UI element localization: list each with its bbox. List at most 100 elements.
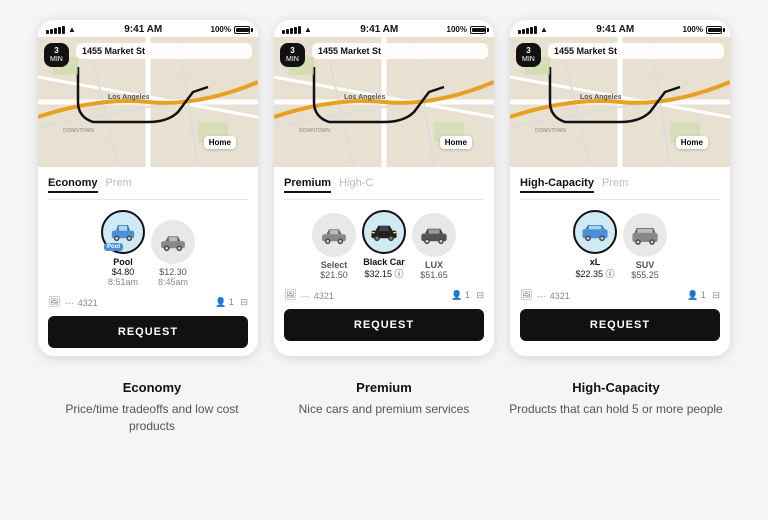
ride-option-xl[interactable]: xL $22.35 ⓘ	[573, 210, 617, 280]
svg-text:DOWNTOWN: DOWNTOWN	[63, 128, 94, 134]
signal-dot-4	[58, 27, 61, 34]
nav-unit: MIN	[286, 56, 299, 64]
map-area: Los Angeles DOWNTOWN 3 MIN 1455 Market S…	[510, 37, 730, 167]
other-tab[interactable]: Prem	[106, 177, 132, 193]
status-bar: ▲ 9:41 AM 100%	[274, 20, 494, 37]
nav-pill: 3 MIN	[44, 43, 69, 67]
signal-icons: ▲	[282, 25, 312, 34]
other-tab[interactable]: High-C	[339, 177, 373, 193]
signal-icons: ▲	[46, 25, 76, 34]
ride-option-blackcar[interactable]: Black Car $32.15 ⓘ	[362, 210, 406, 280]
option-name-suv: SUV	[636, 260, 655, 270]
ride-option-suv[interactable]: SUV $55.25	[623, 213, 667, 280]
passenger-info: 👤 1 ⊟	[451, 290, 484, 301]
right-status-icons: 100%	[211, 25, 250, 34]
svg-text:DOWNTOWN: DOWNTOWN	[299, 128, 330, 134]
desc-title-2: High-Capacity	[508, 380, 724, 395]
home-label: Home	[440, 136, 472, 149]
info-row: 🖼 ··· 4321 👤 1 ⊟	[48, 297, 248, 308]
card-icon: 🖼	[48, 297, 61, 308]
svg-text:DOWNTOWN: DOWNTOWN	[535, 128, 566, 134]
battery-percent: 100%	[211, 25, 231, 34]
nav-minutes: 3	[290, 46, 294, 56]
option-time-pool: 8:51am	[108, 277, 138, 287]
ride-option-lux[interactable]: LUX $51.65	[412, 213, 456, 280]
passenger-icon: 👤	[215, 297, 226, 307]
status-bar: ▲ 9:41 AM 100%	[38, 20, 258, 37]
passenger-count: 1	[229, 297, 234, 307]
passenger-count: 1	[465, 290, 470, 300]
active-tab[interactable]: High-Capacity	[520, 177, 594, 193]
option-name-select: Select	[321, 260, 348, 270]
battery-icon	[470, 26, 486, 34]
home-label: Home	[676, 136, 708, 149]
passenger-info: 👤 1 ⊟	[687, 290, 720, 301]
card-dots: ···	[537, 291, 546, 301]
card-last4: 4321	[314, 291, 334, 301]
phone-economy: ▲ 9:41 AM 100% Los Angeles DOWNTOWN 3 MI…	[38, 20, 258, 356]
desc-text-0: Price/time tradeoffs and low cost produc…	[44, 401, 260, 435]
pool-badge: Pool	[104, 243, 123, 251]
options-row: Select $21.50 Black Car $32.15 ⓘ	[284, 210, 484, 280]
status-bar: ▲ 9:41 AM 100%	[510, 20, 730, 37]
passenger-icon: 👤	[687, 290, 698, 300]
address-bar: 1455 Market St	[312, 43, 488, 59]
passenger-icon: 👤	[451, 290, 462, 300]
card-info: 🖼 ··· 4321	[284, 290, 334, 301]
address-bar: 1455 Market St	[76, 43, 252, 59]
category-tabs: Economy Prem	[48, 177, 248, 200]
other-tab[interactable]: Prem	[602, 177, 628, 193]
ride-option-uberx[interactable]: $12.30 8:45am	[151, 220, 195, 287]
card-info: 🖼 ··· 4321	[48, 297, 98, 308]
desc-text-1: Nice cars and premium services	[276, 401, 492, 418]
option-name-xl: xL	[590, 257, 601, 267]
signal-dot-1	[46, 30, 49, 34]
signal-dots	[282, 26, 301, 34]
category-tabs: High-Capacity Prem	[520, 177, 720, 200]
request-button[interactable]: REQUEST	[284, 309, 484, 341]
option-price-lux: $51.65	[420, 270, 448, 280]
card-info: 🖼 ··· 4321	[520, 290, 570, 301]
svg-text:Los Angeles: Los Angeles	[108, 94, 149, 101]
car-circle-uberx	[151, 220, 195, 264]
active-tab[interactable]: Economy	[48, 177, 98, 193]
option-price-pool: $4.80	[112, 267, 135, 277]
map-area: Los Angeles DOWNTOWN 3 MIN 1455 Market S…	[274, 37, 494, 167]
options-row: xL $22.35 ⓘ SUV $55.25	[520, 210, 720, 280]
passenger-count: 1	[701, 290, 706, 300]
map-area: Los Angeles DOWNTOWN 3 MIN 1455 Market S…	[38, 37, 258, 167]
desc-text-2: Products that can hold 5 or more people	[508, 401, 724, 418]
descriptions-row: Economy Price/time tradeoffs and low cos…	[44, 380, 724, 435]
options-icon: ⊟	[240, 297, 248, 307]
active-tab[interactable]: Premium	[284, 177, 331, 193]
signal-dot-4	[294, 27, 297, 34]
desc-title-1: Premium	[276, 380, 492, 395]
desc-title-0: Economy	[44, 380, 260, 395]
signal-dot-5	[62, 26, 65, 34]
option-price-uberx: $12.30	[159, 267, 187, 277]
signal-dot-5	[298, 26, 301, 34]
nav-minutes: 3	[526, 46, 530, 56]
option-name-lux: LUX	[425, 260, 443, 270]
ride-option-select[interactable]: Select $21.50	[312, 213, 356, 280]
option-name-pool: Pool	[113, 257, 133, 267]
request-button[interactable]: REQUEST	[48, 316, 248, 348]
wifi-icon: ▲	[68, 25, 76, 34]
signal-dot-2	[286, 29, 289, 34]
ride-option-pool[interactable]: Pool Pool $4.80 8:51am	[101, 210, 145, 287]
signal-dots	[46, 26, 65, 34]
ride-panel-highcapacity: High-Capacity Prem xL $22.35 ⓘ	[510, 167, 730, 356]
car-circle-blackcar	[362, 210, 406, 254]
wifi-icon: ▲	[540, 25, 548, 34]
option-price-select: $21.50	[320, 270, 348, 280]
request-button[interactable]: REQUEST	[520, 309, 720, 341]
card-dots: ···	[301, 291, 310, 301]
right-status-icons: 100%	[683, 25, 722, 34]
svg-text:Los Angeles: Los Angeles	[344, 94, 385, 101]
address-bar: 1455 Market St	[548, 43, 724, 59]
options-row: Pool Pool $4.80 8:51am $12.30 8:45am	[48, 210, 248, 287]
phones-row: ▲ 9:41 AM 100% Los Angeles DOWNTOWN 3 MI…	[38, 20, 730, 356]
signal-dot-3	[290, 28, 293, 34]
category-tabs: Premium High-C	[284, 177, 484, 200]
signal-dot-5	[534, 26, 537, 34]
